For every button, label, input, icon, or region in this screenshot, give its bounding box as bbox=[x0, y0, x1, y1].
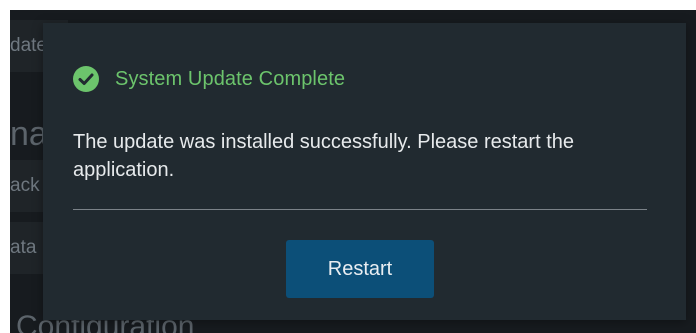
restart-button[interactable]: Restart bbox=[286, 240, 434, 298]
background-nav-label: ack bbox=[10, 175, 40, 196]
dialog-header: System Update Complete bbox=[73, 66, 345, 92]
dialog-divider bbox=[73, 209, 647, 210]
update-complete-dialog: System Update Complete The update was in… bbox=[43, 23, 686, 320]
background-nav-label: ata bbox=[10, 237, 37, 258]
background-nav-label: date bbox=[10, 35, 47, 56]
app-screen: date nag ack ata Configuration System Up… bbox=[10, 10, 696, 333]
check-circle-icon bbox=[73, 66, 99, 92]
dialog-message: The update was installed successfully. P… bbox=[73, 131, 574, 181]
dialog-title: System Update Complete bbox=[115, 67, 346, 90]
